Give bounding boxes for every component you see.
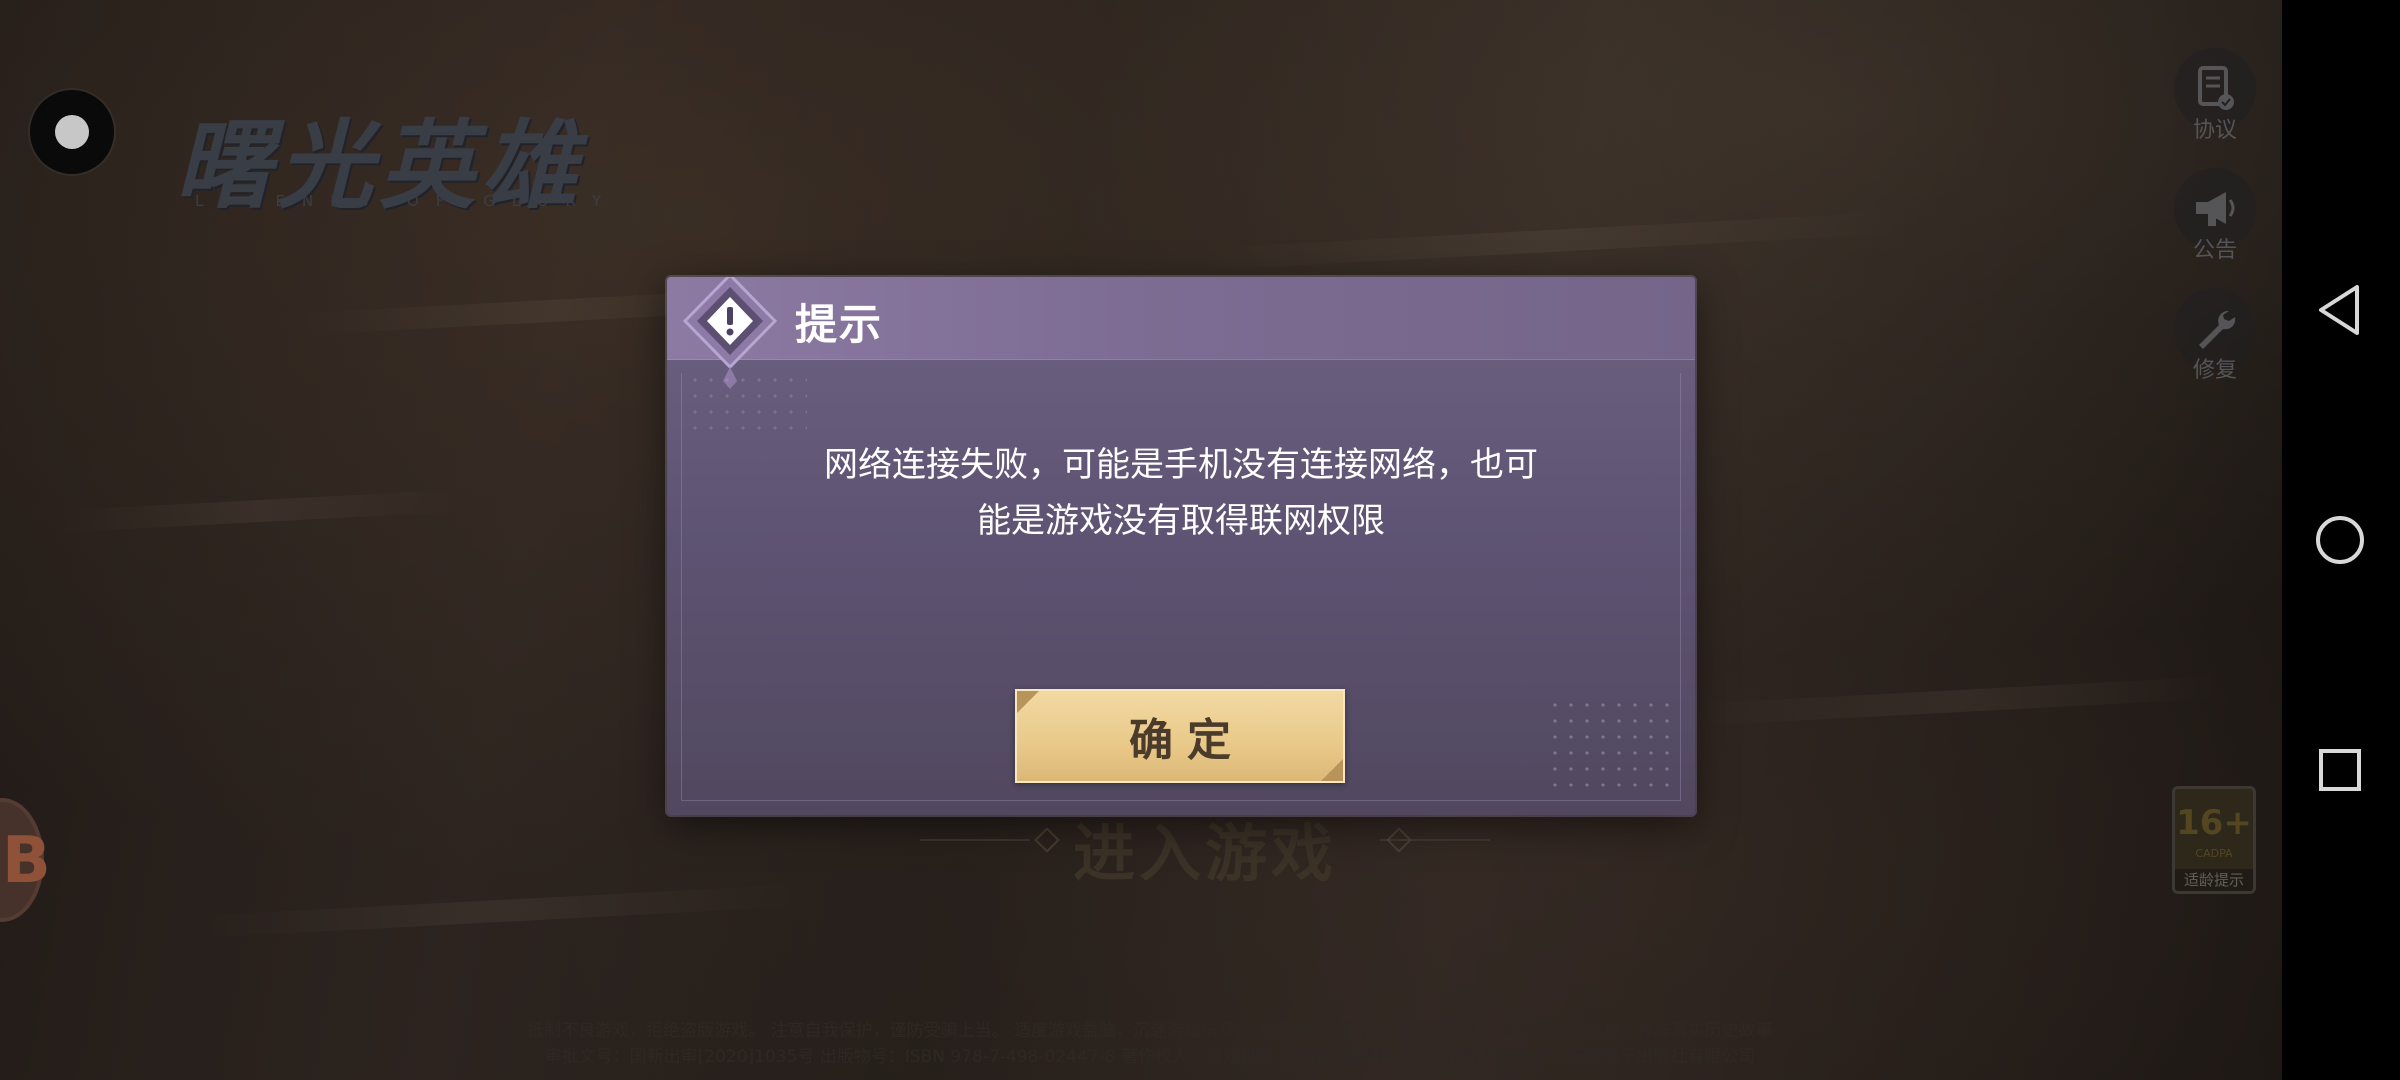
dot-pattern <box>687 372 807 432</box>
dialog-message-line-1: 网络连接失败，可能是手机没有连接网络，也可 <box>824 445 1538 485</box>
recents-square-icon <box>2319 749 2361 791</box>
network-error-dialog: 提示 网络连接失败，可能是手机没有连接网络，也可 能是游戏没有取得联网权限 确定 <box>667 277 1695 815</box>
button-corner-ornament <box>1017 691 1039 713</box>
game-login-screen: 曙光英雄 LEGENDS OF GLORY 进入游戏 B 协议 公告 修复 16… <box>0 0 2282 1080</box>
button-corner-ornament <box>1321 759 1343 781</box>
nav-home-button[interactable] <box>2310 510 2370 570</box>
dialog-message-line-2: 能是游戏没有取得联网权限 <box>977 501 1385 541</box>
dot-pattern <box>1547 697 1677 797</box>
confirm-button[interactable]: 确定 <box>1015 689 1345 783</box>
dialog-header: 提示 <box>667 277 1695 360</box>
home-circle-icon <box>2316 516 2364 564</box>
back-triangle-icon <box>2319 285 2359 335</box>
system-navigation-bar <box>2282 0 2400 1080</box>
nav-back-button[interactable] <box>2310 280 2370 340</box>
confirm-button-label: 确定 <box>1129 715 1245 766</box>
dialog-title: 提示 <box>795 300 884 349</box>
dialog-message: 网络连接失败，可能是手机没有连接网络，也可 能是游戏没有取得联网权限 <box>787 437 1575 549</box>
nav-recents-button[interactable] <box>2310 740 2370 800</box>
